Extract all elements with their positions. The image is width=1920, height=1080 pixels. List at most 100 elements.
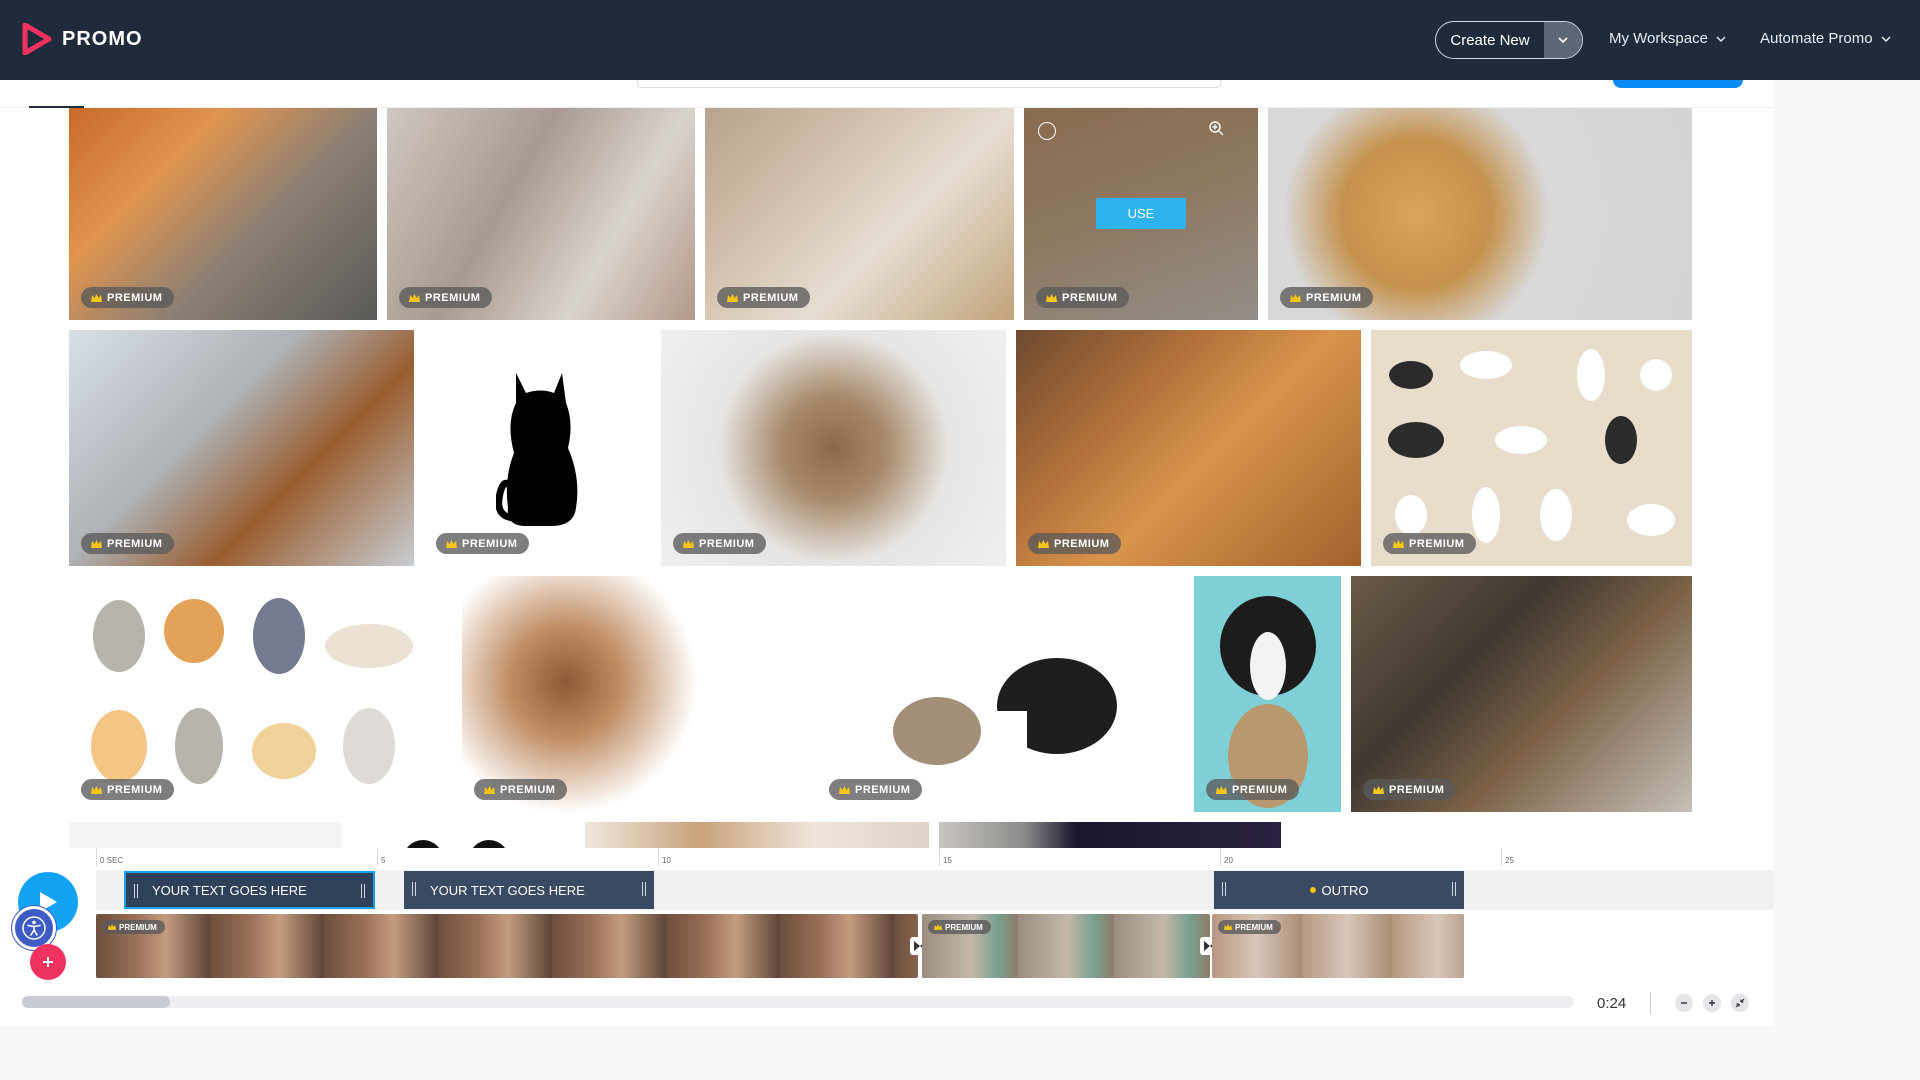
video-clip[interactable]: PREMIUM (96, 914, 918, 978)
tick-label: 15 (943, 856, 952, 865)
premium-badge: PREMIUM (928, 920, 991, 934)
use-button[interactable]: USE (1096, 198, 1186, 229)
tick-line (658, 848, 659, 866)
plus-icon (1709, 1000, 1715, 1006)
crown-icon (91, 539, 102, 548)
tick-line (1220, 848, 1221, 866)
divider (1650, 992, 1651, 1014)
dog-cat-portrait-icon (1220, 596, 1316, 808)
stock-image-tile[interactable] (351, 822, 576, 848)
chevron-down-icon (1881, 36, 1891, 42)
stock-image-tile[interactable]: PREMIUM (387, 108, 695, 320)
trim-handle-left[interactable] (134, 884, 138, 898)
premium-badge: PREMIUM (1218, 920, 1281, 934)
trim-handle-right[interactable] (642, 882, 646, 896)
cat-illustrations-icon (1388, 349, 1675, 543)
add-button[interactable] (30, 944, 66, 980)
stock-image-tile[interactable]: PREMIUM (1194, 576, 1341, 812)
crown-icon (1224, 924, 1232, 930)
timeline-scrollbar[interactable] (22, 996, 1574, 1008)
create-new-label[interactable]: Create New (1436, 22, 1544, 58)
premium-badge: PREMIUM (81, 287, 175, 308)
zoom-in-button[interactable] (1703, 994, 1721, 1012)
stock-image-tile[interactable]: PREMIUM (1268, 108, 1692, 320)
video-clip[interactable]: PREMIUM (1212, 914, 1464, 978)
create-new-button[interactable]: Create New (1435, 21, 1583, 59)
zoom-out-button[interactable] (1675, 994, 1693, 1012)
plus-icon (43, 957, 53, 967)
stock-image-tile[interactable]: PREMIUM (817, 576, 1184, 812)
stock-image-tile[interactable]: PREMIUM (1016, 330, 1361, 566)
top-navigation-bar: PROMO Create New My Workspace Automate P… (0, 0, 1920, 80)
chevron-down-icon (1716, 36, 1726, 42)
collapse-icon (1735, 998, 1745, 1008)
trim-handle-left[interactable] (412, 882, 416, 896)
crown-icon (1046, 293, 1057, 302)
crown-icon (1393, 539, 1404, 548)
tick-line (939, 848, 940, 866)
cat-cartoons-icon (91, 598, 413, 784)
my-workspace-menu[interactable]: My Workspace (1609, 30, 1726, 47)
premium-badge: PREMIUM (717, 287, 811, 308)
stock-image-tile[interactable]: PREMIUM (1351, 576, 1692, 812)
automate-promo-label: Automate Promo (1760, 30, 1873, 47)
stock-image-tile[interactable]: PREMIUM (424, 330, 651, 566)
crown-icon (108, 924, 116, 930)
crown-icon (484, 785, 495, 794)
premium-badge: PREMIUM (399, 287, 493, 308)
stock-image-tile[interactable]: PREMIUM (1371, 330, 1692, 566)
stock-image-tile[interactable]: PREMIUM (69, 330, 414, 566)
outro-indicator-dot (1309, 887, 1316, 893)
chevron-down-icon (1558, 37, 1568, 44)
stock-image-tile[interactable] (585, 822, 929, 848)
fit-to-screen-button[interactable] (1731, 994, 1749, 1012)
timeline-ruler: 0 SEC 5 10 15 20 25 (96, 848, 1774, 870)
trim-handle-left[interactable] (1222, 882, 1226, 896)
crown-icon (1216, 785, 1227, 794)
crown-icon (91, 293, 102, 302)
stock-image-tile[interactable]: PREMIUM (661, 330, 1006, 566)
crown-icon (446, 539, 457, 548)
primary-action-button[interactable] (1613, 80, 1743, 88)
text-clip[interactable]: YOUR TEXT GOES HERE (124, 871, 375, 909)
cat-silhouette-icon (496, 373, 578, 526)
select-checkbox[interactable] (1038, 122, 1056, 140)
crown-icon (683, 539, 694, 548)
promo-logo[interactable]: PROMO (22, 23, 143, 55)
trim-handle-right[interactable] (1452, 882, 1456, 896)
text-clip[interactable]: YOUR TEXT GOES HERE (404, 871, 654, 909)
trim-handle-right[interactable] (361, 884, 365, 898)
outro-clip[interactable]: OUTRO (1214, 871, 1464, 909)
crown-icon (1373, 785, 1384, 794)
duration-readout: 0:24 (1597, 995, 1627, 1012)
zoom-in-icon[interactable] (1208, 120, 1224, 136)
premium-badge: PREMIUM (81, 533, 175, 554)
video-clip[interactable]: PREMIUM (922, 914, 1210, 978)
automate-promo-menu[interactable]: Automate Promo (1760, 30, 1891, 47)
stock-image-tile[interactable] (69, 822, 341, 848)
stock-image-tile[interactable]: PREMIUM (69, 108, 377, 320)
premium-badge: PREMIUM (1206, 779, 1300, 800)
search-input[interactable] (637, 80, 1221, 88)
tick-line (96, 848, 97, 866)
my-workspace-label: My Workspace (1609, 30, 1708, 47)
tick-label: 25 (1505, 856, 1514, 865)
tick-label: 0 SEC (100, 856, 124, 865)
timeline-scroll-thumb[interactable] (22, 996, 170, 1008)
crown-icon (839, 785, 850, 794)
premium-badge: PREMIUM (102, 920, 165, 934)
media-toolbar (0, 80, 1774, 108)
premium-badge: PREMIUM (1280, 287, 1374, 308)
premium-badge: PREMIUM (673, 533, 767, 554)
stock-image-tile[interactable]: PREMIUM (462, 576, 807, 812)
stock-image-tile-hovered[interactable]: USE PREMIUM (1024, 108, 1258, 320)
crown-icon (727, 293, 738, 302)
tick-label: 5 (381, 856, 386, 865)
crown-icon (1290, 293, 1301, 302)
timeline-panel: 0 SEC 5 10 15 20 25 YOUR TEXT GOES HERE … (0, 848, 1774, 1026)
stock-image-tile[interactable] (939, 822, 1281, 848)
create-new-dropdown-toggle[interactable] (1544, 22, 1582, 58)
stock-image-tile[interactable]: PREMIUM (69, 576, 452, 812)
stock-image-tile[interactable]: PREMIUM (705, 108, 1014, 320)
stock-image-tile[interactable] (1291, 822, 1497, 848)
